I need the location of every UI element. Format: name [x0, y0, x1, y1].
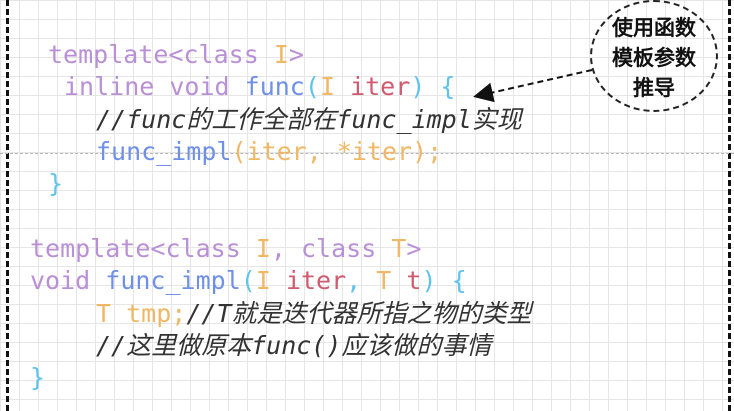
paren-open: ( [304, 72, 320, 101]
type-t: T [376, 266, 392, 295]
code-line-7: void func_impl(I iter, T t) { [30, 266, 467, 296]
keyword-class: class [301, 234, 377, 263]
keyword-template: template [30, 234, 151, 263]
var-iter: iter [285, 266, 347, 295]
keyword-void: void [169, 72, 230, 101]
type-i: I [255, 266, 271, 295]
comment-original-func: //这里做原本func()应该做的事情 [96, 331, 492, 360]
callout-line-2: 模板参数 [612, 46, 696, 70]
comma: , [270, 234, 286, 263]
function-name-func-impl: func_impl [105, 266, 241, 295]
call-args: (iter, *iter); [231, 137, 443, 166]
paren-close: ) [410, 72, 426, 101]
angle-open: < [168, 40, 184, 69]
var-iter: iter [350, 72, 411, 101]
keyword-class: class [165, 234, 241, 263]
paren-close: ) [421, 266, 437, 295]
type-param-i: I [255, 234, 271, 263]
brace-close: } [48, 169, 64, 198]
left-dashed-border [6, 0, 9, 411]
type-i: I [319, 72, 335, 101]
comment-func-impl: //func的工作全部在func_impl实现 [96, 105, 522, 134]
comma: , [346, 266, 362, 295]
type-param-t: T [391, 234, 407, 263]
code-line-2: inline void func(I iter) { [64, 72, 455, 102]
callout-line-1: 使用函数 [612, 16, 696, 40]
callout-line-3: 推导 [633, 76, 675, 100]
keyword-template: template [48, 40, 169, 69]
type-t: T [96, 299, 112, 328]
type-param-i: I [273, 40, 289, 69]
paren-open: ( [240, 266, 256, 295]
function-call-func-impl: func_impl [96, 137, 232, 166]
code-line-4: func_impl(iter, *iter); [96, 137, 442, 167]
arrow-line [473, 69, 593, 103]
function-name-func: func [244, 72, 305, 101]
brace-close: } [30, 363, 46, 392]
code-line-5: } [48, 169, 63, 199]
brace-open: { [440, 72, 456, 101]
code-line-9: //这里做原本func()应该做的事情 [96, 331, 491, 361]
brace-open: { [451, 266, 467, 295]
code-line-1: template<class I> [48, 40, 304, 70]
callout-bubble: 使用函数 模板参数 推导 [590, 0, 718, 112]
var-t: t [406, 266, 422, 295]
right-dashed-border [728, 0, 731, 411]
code-line-8: T tmp;//T就是迭代器所指之物的类型 [96, 299, 532, 329]
code-line-3: //func的工作全部在func_impl实现 [96, 105, 522, 135]
var-tmp: tmp; [126, 299, 187, 328]
angle-close: > [406, 234, 422, 263]
angle-open: < [150, 234, 166, 263]
keyword-inline: inline [64, 72, 155, 101]
keyword-void: void [30, 266, 91, 295]
code-line-10: } [30, 363, 45, 393]
angle-close: > [288, 40, 304, 69]
comment-t-type: //T就是迭代器所指之物的类型 [186, 299, 532, 328]
keyword-class: class [183, 40, 259, 69]
code-line-6: template<class I, class T> [30, 234, 421, 264]
